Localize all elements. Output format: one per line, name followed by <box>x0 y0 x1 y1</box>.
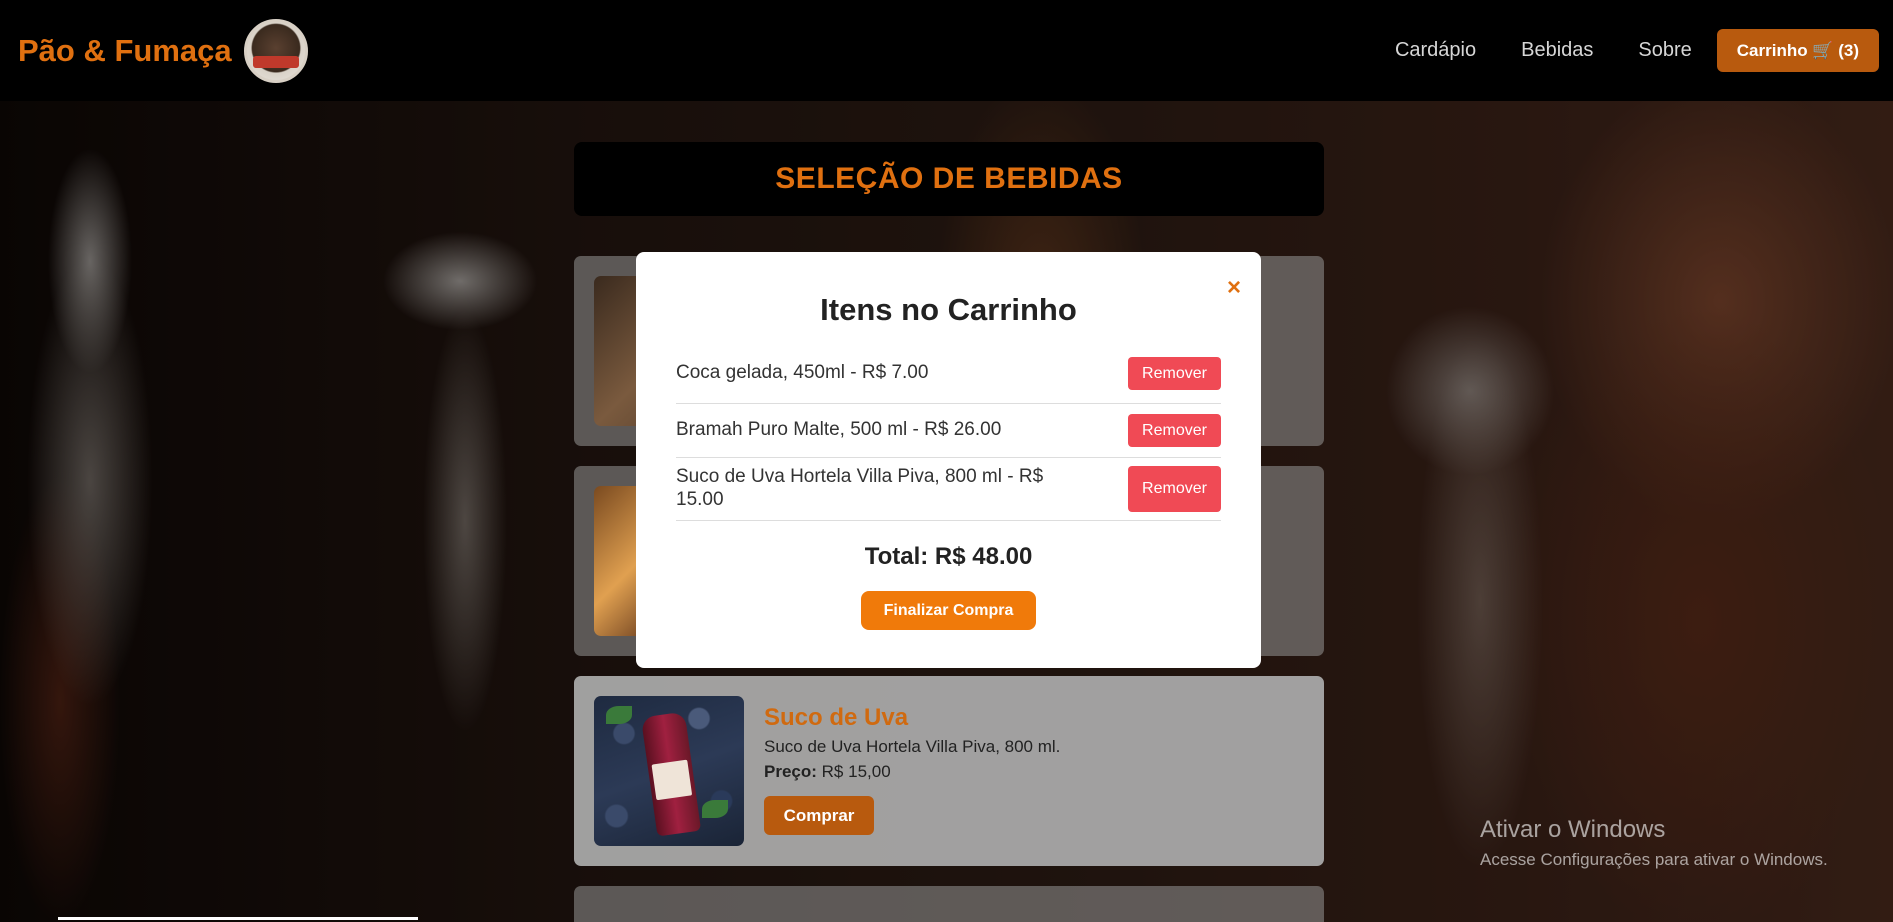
close-icon[interactable]: × <box>1227 276 1241 300</box>
checkout-button[interactable]: Finalizar Compra <box>861 591 1036 630</box>
section-title: SELEÇÃO DE BEBIDAS <box>574 142 1324 216</box>
price-label: Preço: <box>764 762 817 781</box>
product-name: Suco de Uva <box>764 704 909 731</box>
bottle-shape <box>640 711 702 837</box>
cart-total: Total: R$ 48.00 <box>864 543 1033 570</box>
leaf-shape <box>702 800 728 818</box>
product-description: Suco de Uva Hortela Villa Piva, 800 ml. <box>764 737 1061 756</box>
cart-item-text: Suco de Uva Hortela Villa Piva, 800 ml -… <box>676 466 1044 510</box>
cart-button[interactable]: Carrinho 🛒 (3) <box>1716 29 1879 72</box>
nav-links: Cardápio Bebidas Sobre Carrinho 🛒 (3) <box>1395 29 1879 72</box>
cart-list: Coca gelada, 450ml - R$ 7.00 Remover Bra… <box>676 350 1221 521</box>
cart-item: Bramah Puro Malte, 500 ml - R$ 26.00 Rem… <box>676 404 1221 458</box>
brand: Pão & Fumaça <box>18 18 308 83</box>
buy-button[interactable]: Comprar <box>764 796 874 835</box>
logo-icon <box>243 18 308 83</box>
modal-title: Itens no Carrinho <box>820 292 1077 327</box>
cart-item-text: Coca gelada, 450ml - R$ 7.00 <box>676 362 929 384</box>
navbar: Pão & Fumaça Cardápio Bebidas Sobre Carr… <box>0 0 1893 101</box>
product-card-4 <box>574 886 1324 922</box>
cart-item: Suco de Uva Hortela Villa Piva, 800 ml -… <box>676 458 1221 521</box>
nav-link-cardapio[interactable]: Cardápio <box>1395 39 1476 62</box>
product-info: Suco de Uva Suco de Uva Hortela Villa Pi… <box>764 696 1060 846</box>
nav-link-bebidas[interactable]: Bebidas <box>1521 39 1593 62</box>
bottom-scroll-indicator <box>58 917 418 920</box>
main-content: SELEÇÃO DE BEBIDAS <box>574 142 1324 216</box>
leaf-shape <box>606 706 632 724</box>
watermark-subtitle: Acesse Configurações para ativar o Windo… <box>1480 850 1828 869</box>
brand-name[interactable]: Pão & Fumaça <box>18 33 232 69</box>
cart-item: Coca gelada, 450ml - R$ 7.00 Remover <box>676 350 1221 404</box>
remove-button[interactable]: Remover <box>1128 357 1221 390</box>
remove-button[interactable]: Remover <box>1128 414 1221 447</box>
remove-button[interactable]: Remover <box>1128 466 1221 512</box>
cart-modal: × Itens no Carrinho Coca gelada, 450ml -… <box>636 252 1261 668</box>
watermark-title: Ativar o Windows <box>1480 816 1666 843</box>
cart-item-text: Bramah Puro Malte, 500 ml - R$ 26.00 <box>676 419 1002 441</box>
bottle-label <box>651 759 693 801</box>
product-price: Preço: R$ 15,00 <box>764 762 1060 782</box>
product-card-suco-de-uva: Suco de Uva Suco de Uva Hortela Villa Pi… <box>574 676 1324 866</box>
checkout-wrap: Finalizar Compra <box>676 591 1221 630</box>
logo-band <box>252 55 299 68</box>
price-value: R$ 15,00 <box>821 762 891 781</box>
nav-link-sobre[interactable]: Sobre <box>1638 39 1691 62</box>
windows-activation-watermark: Ativar o Windows Acesse Configurações pa… <box>1480 816 1828 870</box>
product-image <box>594 696 744 846</box>
